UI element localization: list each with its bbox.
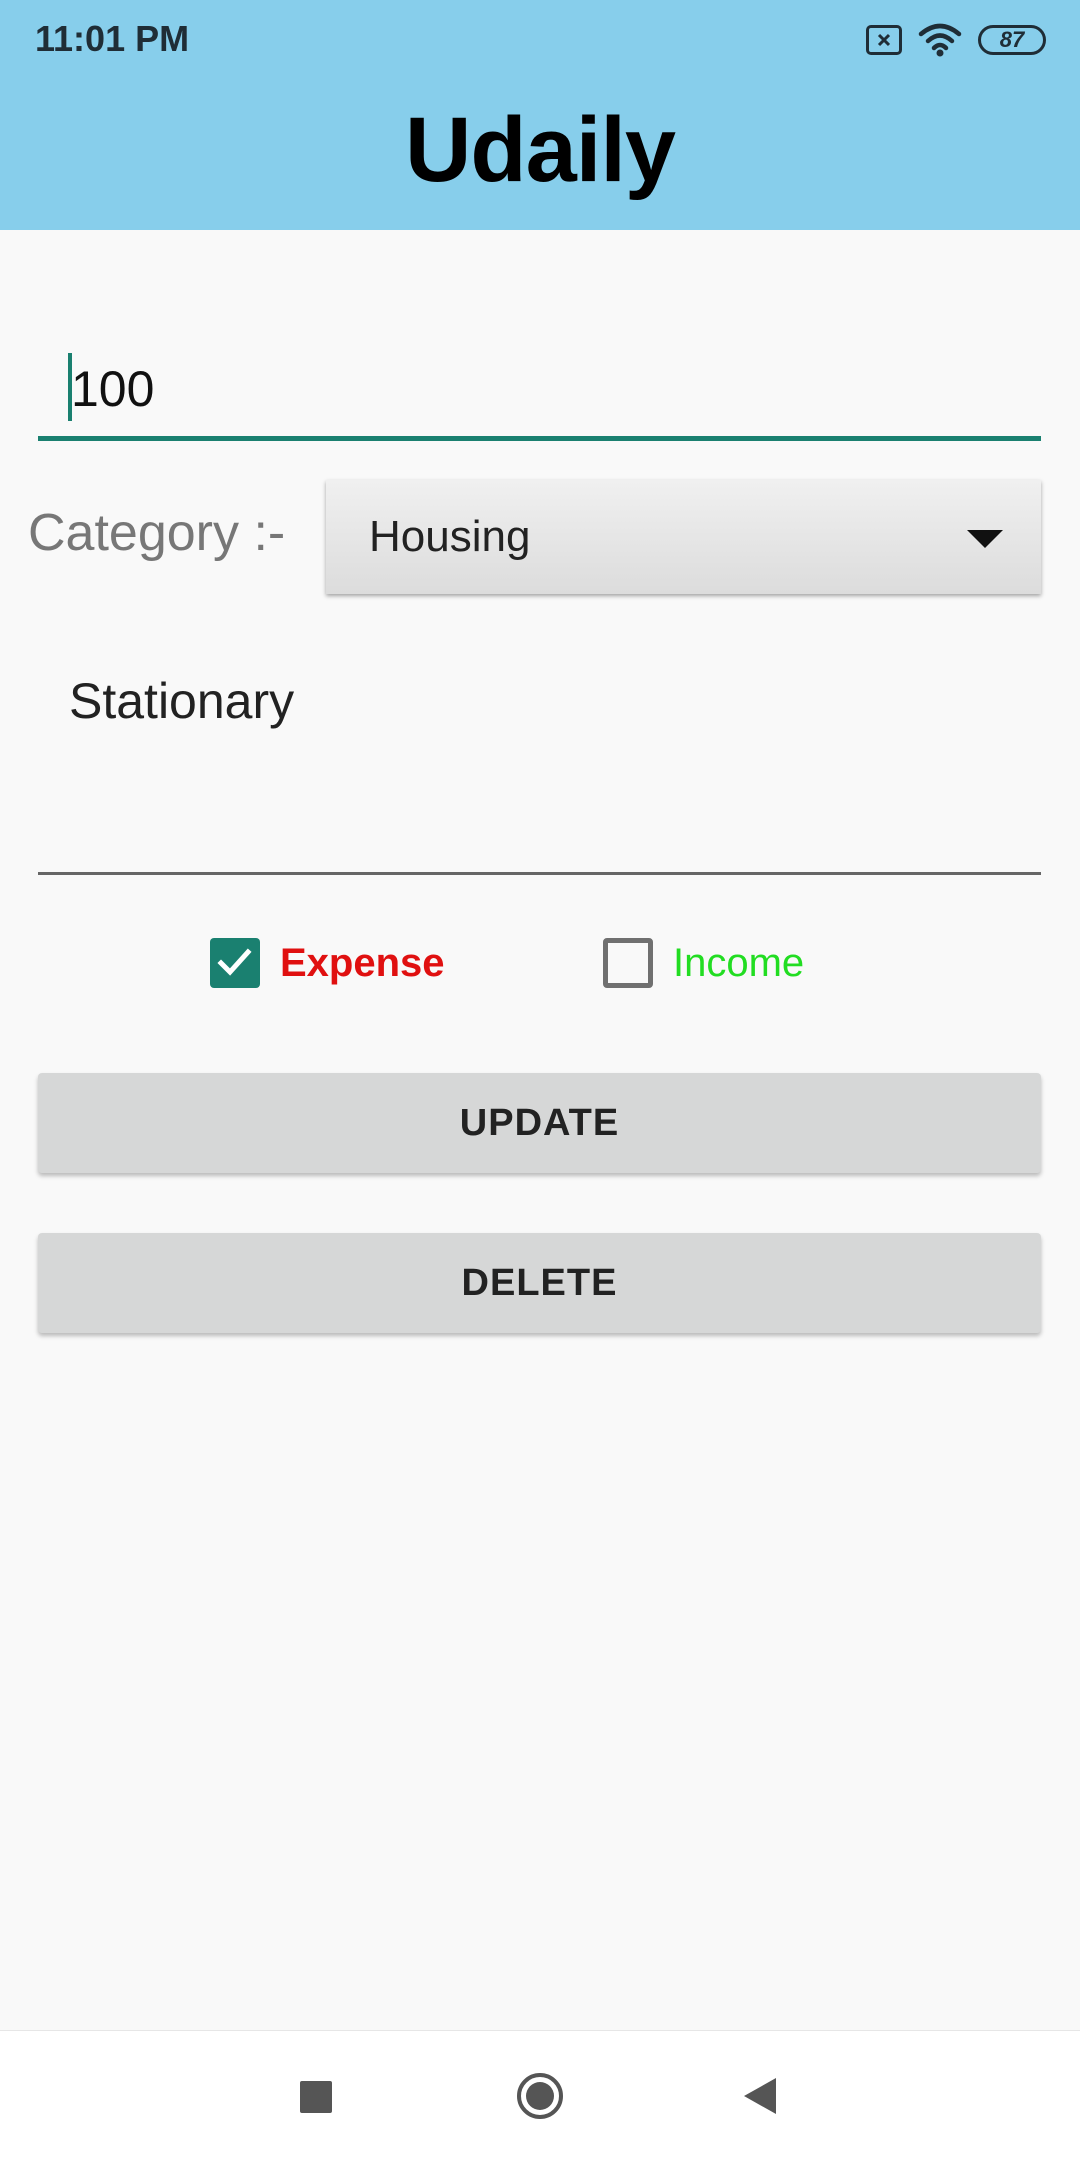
screen: 11:01 PM 87 Udaily 100 Category :- Housi… [0,0,1080,2160]
amount-input[interactable]: 100 [38,345,1041,441]
battery-level: 87 [999,27,1025,52]
status-time: 11:01 PM [35,18,190,59]
delete-button[interactable]: DELETE [38,1233,1041,1333]
wifi-icon [918,23,962,57]
app-header: 11:01 PM 87 Udaily [0,0,1080,230]
navigation-bar [0,2030,1080,2160]
category-selected-value: Housing [369,512,531,561]
description-input[interactable]: Stationary [38,655,1041,875]
expense-checkbox[interactable] [210,938,260,988]
status-icons: 87 [866,20,1046,60]
expense-option[interactable]: Expense [210,938,445,988]
update-button[interactable]: UPDATE [38,1073,1041,1173]
home-icon[interactable] [515,2071,565,2121]
income-label: Income [673,940,805,985]
expense-label: Expense [280,940,445,985]
app-title: Udaily [404,99,676,201]
battery-icon: 87 [978,25,1046,55]
dropdown-arrow-icon [967,530,1003,548]
checkmark-icon [217,948,252,976]
description-value: Stationary [69,673,295,729]
no-sim-icon [866,25,902,55]
category-label: Category :- [28,504,286,562]
recents-icon[interactable] [300,2081,332,2113]
amount-value: 100 [71,361,155,417]
back-icon[interactable] [742,2076,778,2116]
income-checkbox[interactable] [603,938,653,988]
category-dropdown[interactable]: Housing [326,480,1041,594]
income-option[interactable]: Income [603,938,804,988]
